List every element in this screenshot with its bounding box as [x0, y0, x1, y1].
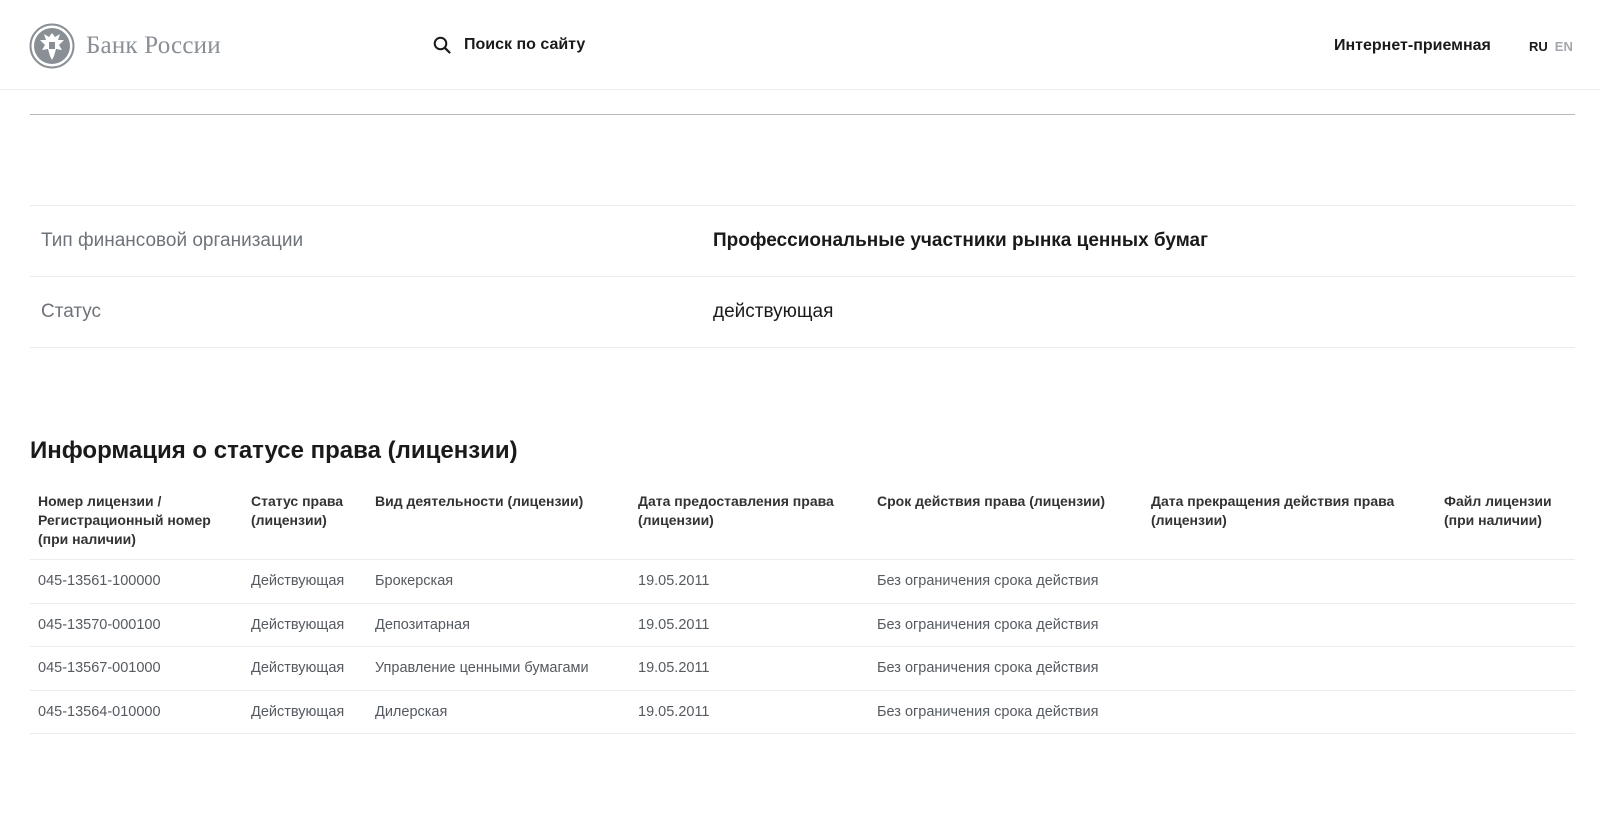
- cell-activity: Управление ценными бумагами: [375, 660, 589, 676]
- cell-grant-date: 19.05.2011: [638, 616, 710, 633]
- cell-license-number: 045-13570-000100: [38, 616, 161, 633]
- cell-validity: Без ограничения срока действия: [877, 573, 1099, 589]
- column-header-status: Статус права (лицензии): [251, 493, 344, 528]
- license-table: Номер лицензии / Регистрационный номер (…: [30, 492, 1575, 734]
- site-header: Банк России Поиск по сайту Интернет-прие…: [0, 0, 1600, 90]
- column-header-license-file: Файл лицензии (при наличии): [1444, 493, 1552, 528]
- cell-status: Действующая: [251, 660, 345, 676]
- cell-status: Действующая: [251, 616, 345, 633]
- info-row-type: Тип финансовой организации Профессиональ…: [30, 206, 1575, 277]
- column-header-termination-date: Дата прекращения действия права (лицензи…: [1151, 493, 1395, 528]
- table-row: 045-13564-010000 Действующая Дилерская 1…: [30, 691, 1575, 734]
- column-header-grant-date: Дата предоставления права (лицензии): [638, 493, 834, 528]
- bank-logo[interactable]: Банк России: [29, 23, 221, 69]
- license-section-title: Информация о статусе права (лицензии): [30, 437, 518, 464]
- license-table-header: Номер лицензии / Регистрационный номер (…: [30, 492, 1575, 560]
- cell-validity: Без ограничения срока действия: [877, 616, 1099, 633]
- table-row: 045-13561-100000 Действующая Брокерская …: [30, 560, 1575, 604]
- search-label: Поиск по сайту: [464, 36, 586, 53]
- internet-reception-link[interactable]: Интернет-приемная: [1334, 37, 1491, 55]
- content-divider: [30, 114, 1575, 115]
- cell-grant-date: 19.05.2011: [638, 660, 710, 676]
- cell-status: Действующая: [251, 573, 345, 589]
- site-search[interactable]: Поиск по сайту: [433, 36, 585, 54]
- cell-status: Действующая: [251, 703, 345, 720]
- info-row-status: Статус действующая: [30, 277, 1575, 348]
- info-value: действующая: [713, 301, 834, 322]
- language-switcher: RU EN: [1529, 39, 1573, 54]
- lang-ru: RU: [1529, 39, 1548, 54]
- lang-en[interactable]: EN: [1555, 39, 1573, 54]
- cell-validity: Без ограничения срока действия: [877, 660, 1099, 676]
- column-header-validity: Срок действия права (лицензии): [877, 493, 1106, 509]
- column-header-activity: Вид деятельности (лицензии): [375, 493, 584, 509]
- cell-activity: Депозитарная: [375, 616, 470, 633]
- cell-grant-date: 19.05.2011: [638, 573, 710, 589]
- table-row: 045-13570-000100 Действующая Депозитарна…: [30, 604, 1575, 647]
- table-row: 045-13567-001000 Действующая Управление …: [30, 647, 1575, 691]
- cell-license-number: 045-13564-010000: [38, 703, 161, 720]
- cell-license-number: 045-13567-001000: [38, 660, 161, 676]
- eagle-emblem-icon: [29, 23, 75, 69]
- column-header-license-number: Номер лицензии / Регистрационный номер (…: [38, 493, 211, 547]
- organization-info-table: Тип финансовой организации Профессиональ…: [30, 205, 1575, 348]
- cell-validity: Без ограничения срока действия: [877, 703, 1099, 720]
- logo-text: Банк России: [86, 32, 221, 59]
- cell-activity: Дилерская: [375, 703, 448, 720]
- info-value: Профессиональные участники рынка ценных …: [713, 230, 1209, 251]
- cell-grant-date: 19.05.2011: [638, 703, 710, 720]
- cell-license-number: 045-13561-100000: [38, 573, 161, 589]
- info-label: Статус: [41, 301, 102, 322]
- info-label: Тип финансовой организации: [41, 230, 304, 251]
- cell-activity: Брокерская: [375, 573, 454, 589]
- search-icon: [433, 36, 451, 54]
